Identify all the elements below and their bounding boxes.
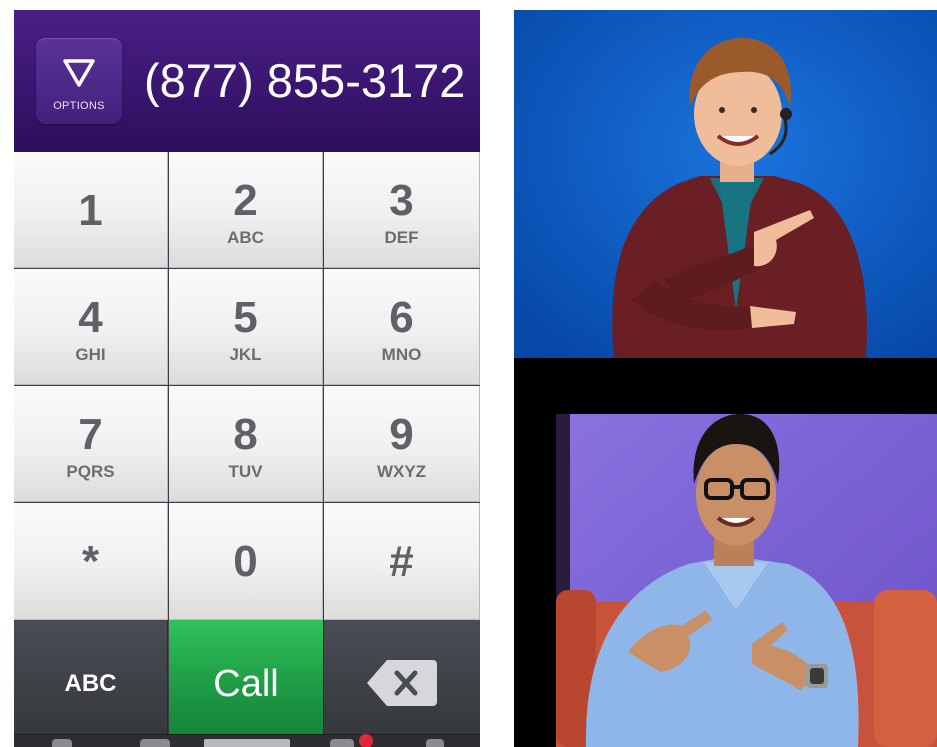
key-star[interactable]: *: [14, 503, 168, 620]
dialpad-tab-icon[interactable]: [204, 739, 290, 747]
contacts-tab-icon[interactable]: [52, 739, 72, 747]
key-letters: WXYZ: [376, 462, 427, 481]
backspace-icon: [367, 660, 437, 706]
key-digit: 1: [78, 186, 103, 235]
key-letters: ABC: [227, 228, 264, 247]
key-letters: TUV: [228, 462, 263, 481]
key-letters: PQRS: [66, 462, 115, 481]
key-1[interactable]: 1: [14, 152, 168, 268]
dialer-panel: OPTIONS (877) 855-3172 1 2 ABC 3 DEF 4 G…: [14, 10, 480, 747]
key-digit: 2: [233, 176, 258, 225]
backspace-button[interactable]: [325, 620, 480, 734]
key-digit: 9: [389, 410, 414, 459]
key-letters: GHI: [75, 345, 106, 364]
key-9[interactable]: 9 WXYZ: [324, 386, 480, 502]
key-letters: DEF: [384, 228, 419, 247]
call-button[interactable]: Call: [169, 620, 324, 734]
key-7[interactable]: 7 PQRS: [14, 386, 168, 502]
key-digit: #: [389, 537, 414, 586]
key-8[interactable]: 8 TUV: [169, 386, 323, 502]
video-panel: [514, 10, 937, 747]
key-0[interactable]: 0: [169, 503, 323, 620]
options-label: OPTIONS: [53, 100, 105, 112]
key-digit: 8: [233, 410, 258, 459]
key-digit: 5: [233, 293, 258, 342]
abc-button[interactable]: ABC: [14, 620, 168, 734]
caller-photo: [556, 414, 937, 747]
key-5[interactable]: 5 JKL: [169, 269, 323, 385]
interpreter-video: [514, 10, 937, 358]
key-digit: *: [81, 537, 100, 586]
key-digit: 6: [389, 293, 414, 342]
notification-badge: [359, 734, 373, 747]
key-4[interactable]: 4 GHI: [14, 269, 168, 385]
key-hash[interactable]: #: [324, 503, 480, 620]
caller-video: [556, 414, 937, 747]
triangle-down-icon: [63, 59, 95, 87]
key-letters: JKL: [229, 345, 262, 364]
keypad: 1 2 ABC 3 DEF 4 GHI 5 JKL 6 MNO 7 PQRS 8…: [14, 152, 480, 620]
key-digit: 4: [78, 293, 103, 342]
key-6[interactable]: 6 MNO: [324, 269, 480, 385]
key-2[interactable]: 2 ABC: [169, 152, 323, 268]
key-digit: 3: [389, 176, 414, 225]
dialer-header: OPTIONS (877) 855-3172: [14, 10, 480, 152]
key-3[interactable]: 3 DEF: [324, 152, 480, 268]
options-button[interactable]: OPTIONS: [36, 38, 122, 124]
key-digit: 7: [78, 410, 103, 459]
key-letters: MNO: [381, 345, 422, 364]
tab-bar: [14, 734, 480, 747]
history-tab-icon[interactable]: [140, 739, 170, 747]
phone-number-display[interactable]: (877) 855-3172: [144, 46, 474, 116]
settings-tab-icon[interactable]: [426, 739, 444, 747]
videomail-tab-icon[interactable]: [330, 739, 354, 747]
interpreter-photo: [514, 10, 937, 358]
key-digit: 0: [233, 537, 258, 586]
action-bar: ABC Call: [14, 620, 480, 734]
